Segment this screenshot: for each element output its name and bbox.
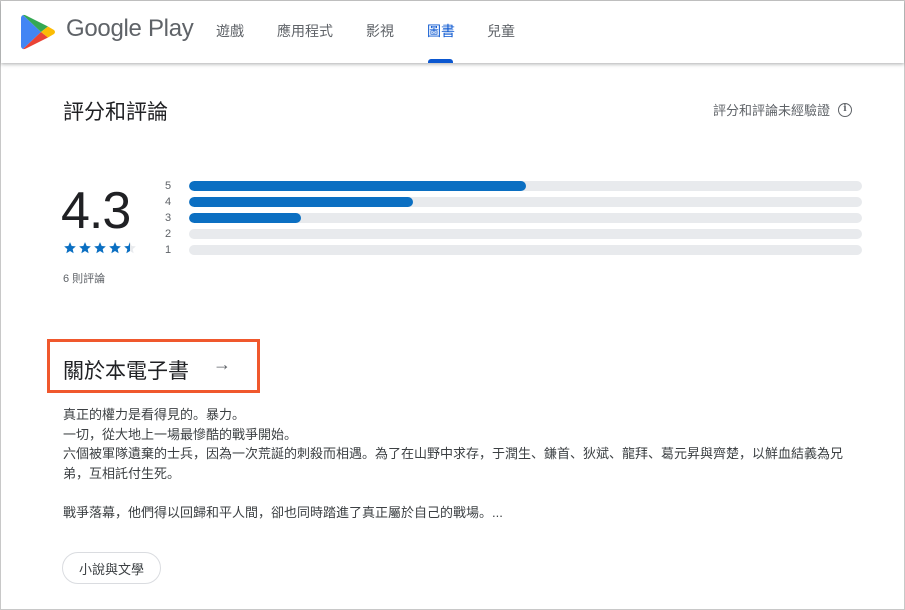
rating-bar-label: 3 [165, 212, 172, 224]
rating-bar-label: 5 [165, 180, 172, 192]
google-play-logo-icon[interactable] [21, 13, 57, 51]
rating-bar-track [189, 181, 862, 191]
ebook-description: 真正的權力是看得見的。暴力。一切，從大地上一場最慘酷的戰爭開始。六個被軍隊遺棄的… [63, 405, 863, 522]
review-count: 6 則評論 [63, 273, 106, 285]
rating-bar-track [189, 213, 862, 223]
info-icon[interactable]: i [838, 102, 852, 117]
rating-bar-fill [189, 213, 302, 223]
star-full-icon [94, 242, 106, 254]
star-half-icon [124, 242, 136, 254]
rating-bar-row: 4 [165, 194, 865, 210]
rating-bar-label: 2 [165, 228, 172, 240]
rating-bar-row: 3 [165, 210, 865, 226]
top-app-bar: Google Play 遊戲 應用程式 影視 圖書 兒童 [1, 1, 904, 63]
star-full-icon [109, 242, 121, 254]
star-rating [63, 241, 137, 255]
rating-bar-track [189, 229, 862, 239]
genre-chip[interactable]: 小說與文學 [62, 552, 162, 584]
average-rating: 4.3 [61, 182, 131, 240]
nav-tab-kids[interactable]: 兒童 [487, 21, 515, 41]
brand-name[interactable]: Google Play [66, 15, 194, 43]
nav-tab-books[interactable]: 圖書 [427, 21, 455, 41]
description-line: 六個被軍隊遺棄的士兵，因為一次荒誕的刺殺而相遇。為了在山野中求存，于潤生、鎌首、… [63, 446, 844, 481]
rating-bar-row: 5 [165, 178, 865, 194]
rating-bar-fill [189, 181, 526, 191]
rating-bar-row: 2 [165, 226, 865, 242]
rating-bar-label: 4 [165, 196, 172, 208]
unverified-label: 評分和評論未經驗證 [712, 103, 830, 118]
ratings-unverified-notice: 評分和評論未經驗證 i [713, 100, 852, 119]
active-tab-indicator [428, 59, 453, 63]
description-line: 一切，從大地上一場最慘酷的戰爭開始。 [63, 426, 298, 442]
rating-bar-track [189, 245, 862, 255]
rating-bar-track [189, 197, 862, 207]
rating-bar-row: 1 [165, 242, 865, 258]
rating-distribution: 5 4 3 2 1 [165, 178, 865, 258]
rating-bar-fill [189, 197, 414, 207]
description-line: 真正的權力是看得見的。暴力。 [63, 407, 246, 422]
nav-tab-movies[interactable]: 影視 [366, 21, 394, 41]
nav-tab-apps[interactable]: 應用程式 [277, 21, 333, 41]
nav-tab-games[interactable]: 遊戲 [216, 21, 244, 41]
arrow-right-icon[interactable]: → [213, 354, 231, 375]
star-full-icon [64, 242, 76, 254]
star-full-icon [79, 242, 91, 254]
description-line: 戰爭落幕，他們得以回歸和平人間，卻也同時踏進了真正屬於自己的戰場。... [63, 504, 503, 520]
description-spacer [63, 483, 863, 503]
ratings-section-title: 評分和評論 [63, 101, 168, 124]
rating-bar-label: 1 [165, 244, 172, 256]
about-ebook-title[interactable]: 關於本電子書 [63, 355, 189, 385]
